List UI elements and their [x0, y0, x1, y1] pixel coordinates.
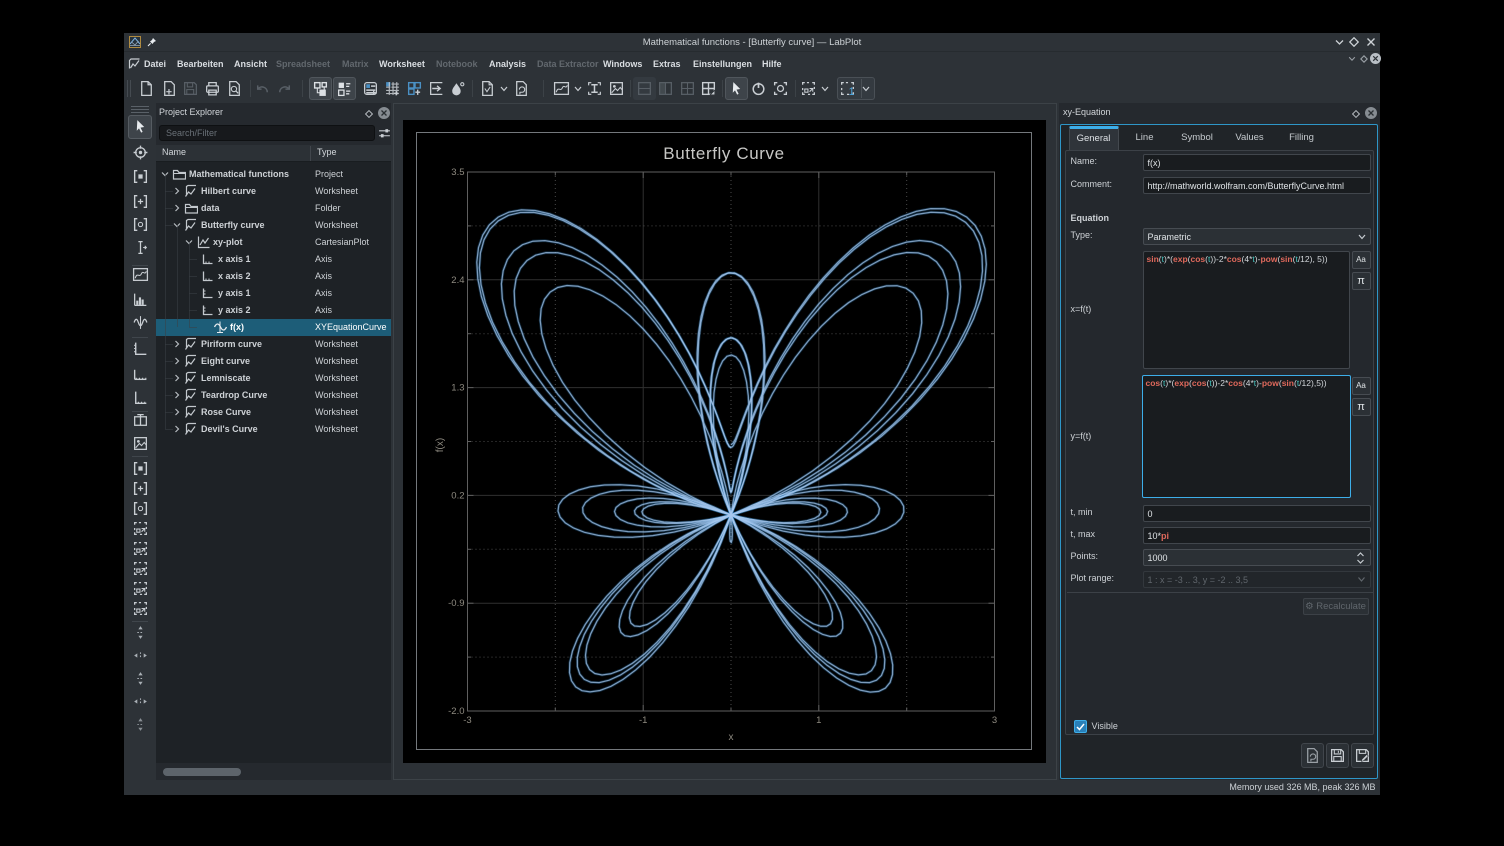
svg-text:-2.0: -2.0 [448, 706, 464, 717]
svg-text:3: 3 [992, 715, 997, 726]
svg-text:3.5: 3.5 [451, 167, 464, 178]
svg-text:-3: -3 [463, 715, 471, 726]
svg-text:-0.9: -0.9 [448, 598, 464, 609]
svg-text:1: 1 [816, 715, 821, 726]
svg-text:Butterfly Curve: Butterfly Curve [663, 144, 784, 163]
svg-text:2.4: 2.4 [451, 275, 464, 286]
svg-text:1: 1 [849, 86, 855, 97]
svg-text:f(x): f(x) [435, 438, 446, 452]
svg-text:-1: -1 [639, 715, 647, 726]
svg-text:1.3: 1.3 [451, 383, 464, 394]
svg-text:0.2: 0.2 [451, 490, 464, 501]
svg-text:x: x [729, 732, 734, 743]
